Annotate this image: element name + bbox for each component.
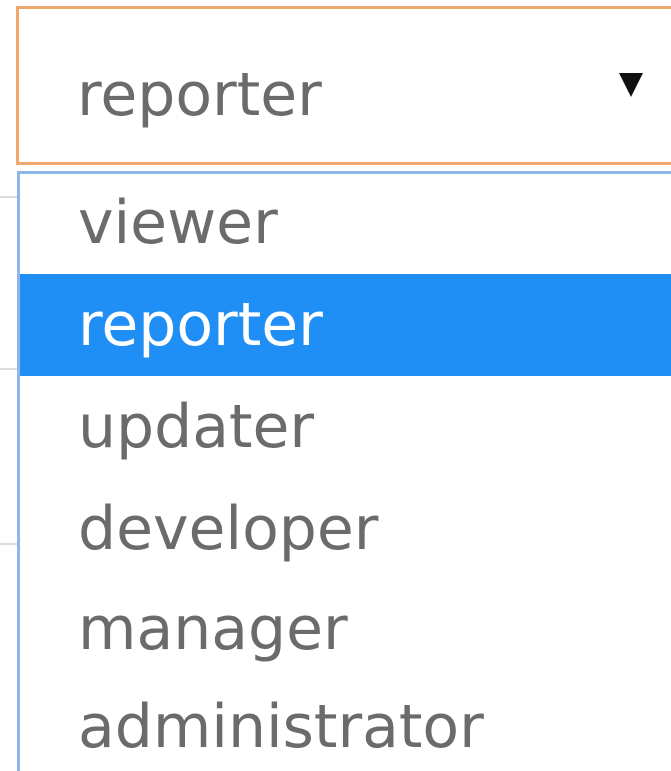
- access-level-dropdown: reporter viewer reporter updater develop…: [0, 0, 671, 771]
- options-list: viewer reporter updater developer manage…: [17, 171, 671, 771]
- option-reporter[interactable]: reporter: [20, 274, 671, 376]
- option-manager[interactable]: manager: [20, 578, 671, 680]
- option-administrator[interactable]: administrator: [20, 676, 671, 771]
- background-divider: [0, 543, 18, 545]
- option-viewer[interactable]: viewer: [20, 172, 671, 274]
- select-current-value: reporter: [77, 60, 322, 130]
- triangle-down-icon[interactable]: [619, 73, 643, 97]
- background-divider: [0, 368, 18, 370]
- background-divider: [0, 196, 18, 198]
- access-level-select[interactable]: reporter: [16, 6, 671, 165]
- option-developer[interactable]: developer: [20, 478, 671, 580]
- option-updater[interactable]: updater: [20, 376, 671, 478]
